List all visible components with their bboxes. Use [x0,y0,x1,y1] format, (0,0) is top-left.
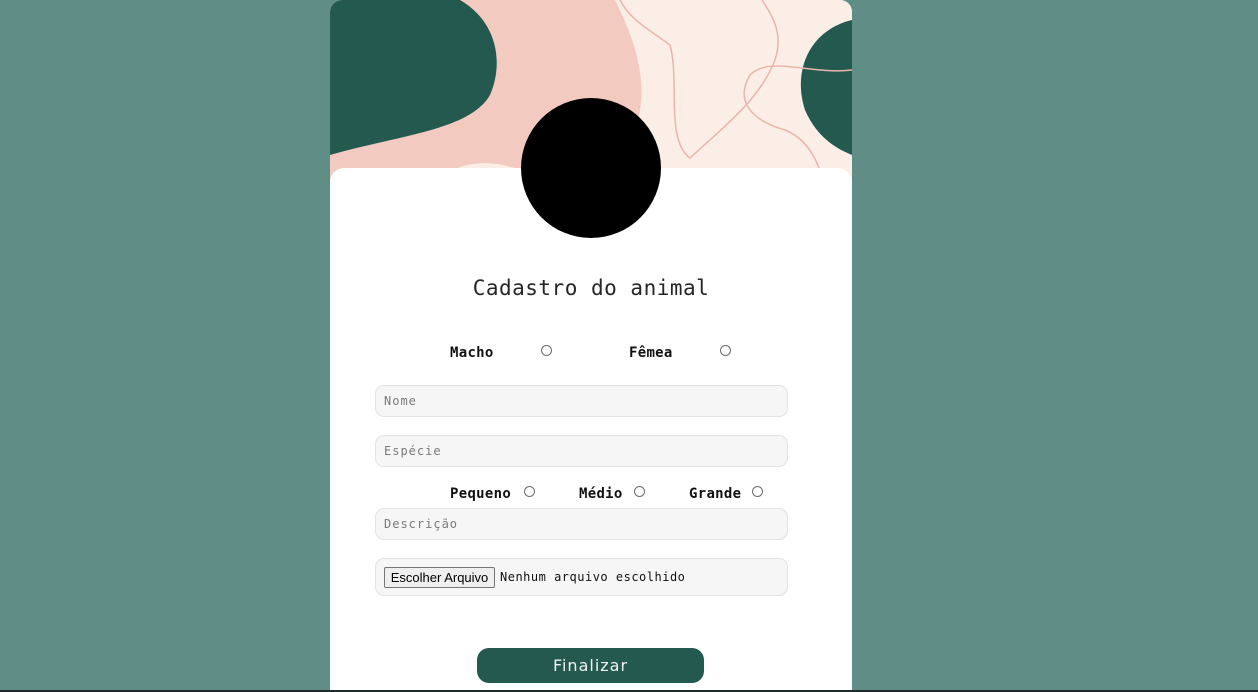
page-title: Cadastro do animal [472,276,710,300]
file-upload-field: Escolher Arquivo Nenhum arquivo escolhid… [375,558,788,596]
sex-radio-femea[interactable] [720,345,731,356]
species-input[interactable] [375,435,788,467]
sex-radio-macho[interactable] [541,345,552,356]
sex-label-femea: Fêmea [629,345,673,361]
size-radio-pequeno[interactable] [524,486,535,497]
signup-card: Cadastro do animal Macho Fêmea Pequeno M… [330,0,852,692]
size-label-pequeno: Pequeno [450,486,512,502]
finalize-button[interactable]: Finalizar [477,648,704,683]
file-status-text: Nenhum arquivo escolhido [500,570,686,584]
size-label-medio: Médio [579,486,623,502]
name-input[interactable] [375,385,788,417]
choose-file-button[interactable]: Escolher Arquivo [384,567,495,588]
size-radio-medio[interactable] [634,486,645,497]
sex-label-macho: Macho [450,345,494,361]
avatar[interactable] [521,98,661,238]
form-panel [330,168,852,692]
description-input[interactable] [375,508,788,540]
size-radio-grande[interactable] [752,486,763,497]
size-label-grande: Grande [689,486,742,502]
